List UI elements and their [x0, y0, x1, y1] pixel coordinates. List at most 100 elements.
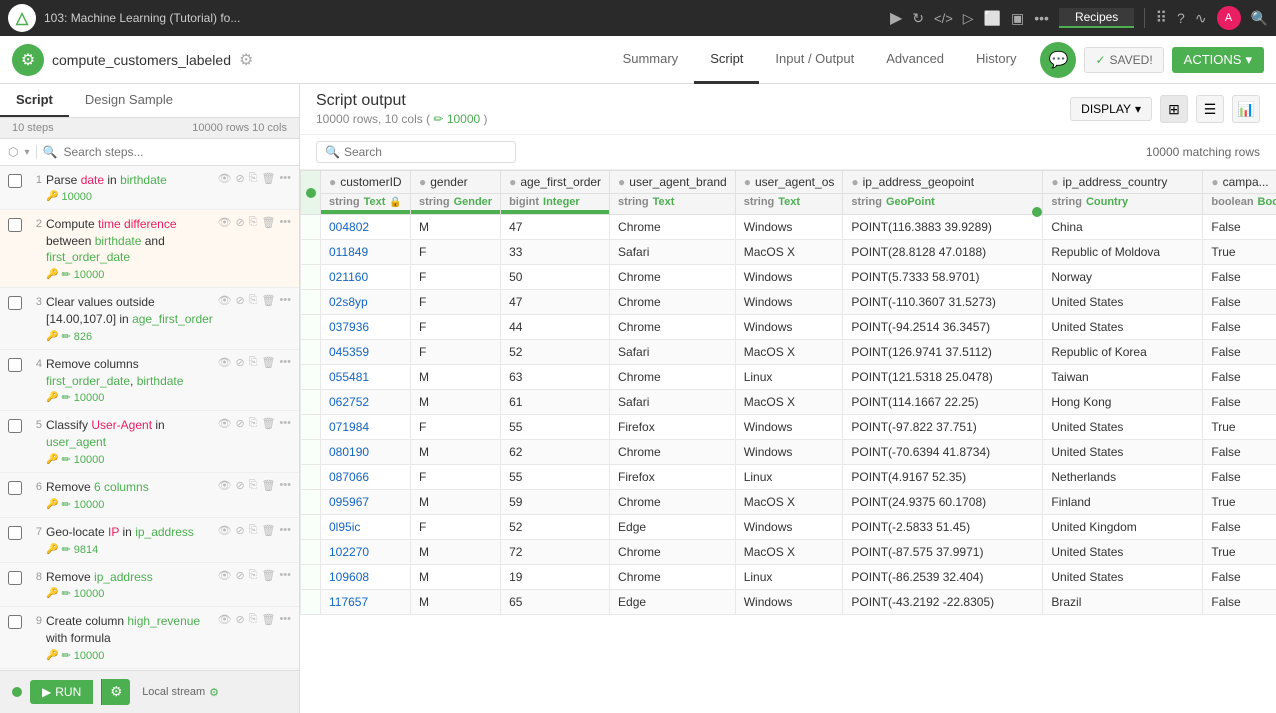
chat-button[interactable]: 💬 [1040, 42, 1076, 78]
step-item[interactable]: 7 Geo-locate IP in ip_address ✏ 9814 👁 ⊘… [0, 518, 299, 563]
code-icon[interactable]: </> [934, 11, 953, 26]
eye-icon[interactable]: 👁 [217, 294, 231, 307]
disable-icon[interactable]: ⊘ [235, 356, 244, 369]
table-search-input[interactable] [344, 145, 507, 159]
step-checkbox[interactable] [8, 358, 22, 372]
eye-icon[interactable]: 👁 [217, 216, 231, 229]
col-header-gender[interactable]: ● gender string Gender [411, 171, 501, 215]
col-header-os[interactable]: ● user_agent_os string Text [735, 171, 843, 215]
more-icon[interactable]: ••• [279, 417, 291, 430]
step-item[interactable]: 8 Remove ip_address ✏ 10000 👁 ⊘ ⎘ 🗑 ••• [0, 563, 299, 608]
col-header-geo[interactable]: ● ip_address_geopoint string GeoPoint [843, 171, 1043, 215]
col-header-campaign[interactable]: ● campa... boolean Boolean [1203, 171, 1276, 215]
more-icon[interactable]: ••• [279, 216, 291, 229]
disable-icon[interactable]: ⊘ [235, 172, 244, 185]
copy-icon[interactable]: ⎘ [249, 569, 258, 582]
eye-icon[interactable]: 👁 [217, 569, 231, 582]
eye-icon[interactable]: 👁 [217, 172, 231, 185]
step-checkbox[interactable] [8, 615, 22, 629]
step-checkbox[interactable] [8, 571, 22, 585]
step-item[interactable]: 9 Create column high_revenue with formul… [0, 607, 299, 669]
col-header-customerID[interactable]: ● customerID string Text 🔒 [321, 171, 411, 215]
step-checkbox[interactable] [8, 218, 22, 232]
step-checkbox[interactable] [8, 481, 22, 495]
delete-icon[interactable]: 🗑 [261, 524, 275, 537]
deploy-icon[interactable]: ⬜ [984, 10, 1001, 27]
step-icon[interactable]: ▶ [890, 8, 902, 28]
delete-icon[interactable]: 🗑 [261, 613, 275, 626]
eye-icon[interactable]: 👁 [217, 479, 231, 492]
display-button[interactable]: DISPLAY ▾ [1070, 97, 1152, 121]
help-icon[interactable]: ? [1177, 10, 1185, 26]
disable-icon[interactable]: ⊘ [235, 216, 244, 229]
more-icon[interactable]: ••• [279, 479, 291, 492]
step-item[interactable]: 1 Parse date in birthdate 10000 👁 ⊘ ⎘ 🗑 … [0, 166, 299, 210]
monitor-icon[interactable]: ▣ [1011, 10, 1024, 27]
refresh-icon[interactable]: ↻ [912, 10, 924, 27]
disable-icon[interactable]: ⊘ [235, 479, 244, 492]
search-icon[interactable]: 🔍 [1251, 10, 1268, 27]
disable-icon[interactable]: ⊘ [235, 569, 244, 582]
disable-icon[interactable]: ⊘ [235, 417, 244, 430]
col-header-brand[interactable]: ● user_agent_brand string Text [610, 171, 736, 215]
run-icon[interactable]: ▷ [963, 10, 974, 27]
delete-icon[interactable]: 🗑 [261, 356, 275, 369]
delete-icon[interactable]: 🗑 [261, 479, 275, 492]
more-icon[interactable]: ••• [279, 569, 291, 582]
tab-input-output[interactable]: Input / Output [759, 36, 870, 84]
copy-icon[interactable]: ⎘ [249, 216, 258, 229]
step-item[interactable]: 6 Remove 6 columns ✏ 10000 👁 ⊘ ⎘ 🗑 ••• [0, 473, 299, 518]
sidebar-search-input[interactable] [63, 145, 291, 159]
chart-icon[interactable]: ∿ [1195, 10, 1207, 27]
disable-icon[interactable]: ⊘ [235, 294, 244, 307]
disable-icon[interactable]: ⊘ [235, 524, 244, 537]
list-view-button[interactable]: ☰ [1196, 95, 1224, 123]
edit-count-link[interactable]: ✏ 10000 [433, 112, 483, 126]
actions-button[interactable]: ACTIONS ▾ [1172, 47, 1264, 73]
delete-icon[interactable]: 🗑 [261, 417, 275, 430]
tab-history[interactable]: History [960, 36, 1032, 84]
tab-summary[interactable]: Summary [607, 36, 695, 84]
col-header-country[interactable]: ● ip_address_country string Country [1043, 171, 1203, 215]
run-settings-button[interactable]: ⚙ [101, 679, 130, 705]
step-item[interactable]: 2 Compute time difference between birthd… [0, 210, 299, 288]
more-icon[interactable]: ••• [279, 524, 291, 537]
step-checkbox[interactable] [8, 296, 22, 310]
step-checkbox[interactable] [8, 526, 22, 540]
copy-icon[interactable]: ⎘ [249, 294, 258, 307]
copy-icon[interactable]: ⎘ [249, 613, 258, 626]
step-item[interactable]: 3 Clear values outside [14.00,107.0] in … [0, 288, 299, 350]
eye-icon[interactable]: 👁 [217, 613, 231, 626]
col-header-age[interactable]: ● age_first_order bigint Integer [501, 171, 610, 215]
copy-icon[interactable]: ⎘ [249, 417, 258, 430]
delete-icon[interactable]: 🗑 [261, 569, 275, 582]
eye-icon[interactable]: 👁 [217, 356, 231, 369]
sidebar-tab-design[interactable]: Design Sample [69, 84, 189, 117]
step-checkbox[interactable] [8, 419, 22, 433]
tab-advanced[interactable]: Advanced [870, 36, 960, 84]
step-item[interactable]: 4 Remove columns first_order_date, birth… [0, 350, 299, 412]
table-view-button[interactable]: ⊞ [1160, 95, 1188, 123]
delete-icon[interactable]: 🗑 [261, 172, 275, 185]
more-icon[interactable]: ••• [279, 172, 291, 185]
more-icon[interactable]: ••• [279, 356, 291, 369]
chart-view-button[interactable]: 📊 [1232, 95, 1260, 123]
copy-icon[interactable]: ⎘ [249, 172, 258, 185]
copy-icon[interactable]: ⎘ [249, 356, 258, 369]
grid-icon[interactable]: ⠿ [1155, 8, 1167, 28]
eye-icon[interactable]: 👁 [217, 417, 231, 430]
disable-icon[interactable]: ⊘ [235, 613, 244, 626]
step-checkbox[interactable] [8, 174, 22, 188]
tab-script[interactable]: Script [694, 36, 759, 84]
copy-icon[interactable]: ⎘ [249, 524, 258, 537]
copy-icon[interactable]: ⎘ [249, 479, 258, 492]
user-avatar[interactable]: A [1217, 6, 1241, 30]
more-icon[interactable]: ••• [1034, 10, 1049, 26]
sidebar-tab-script[interactable]: Script [0, 84, 69, 117]
step-item[interactable]: 5 Classify User-Agent in user_agent ✏ 10… [0, 411, 299, 473]
more-icon[interactable]: ••• [279, 294, 291, 307]
saved-button[interactable]: ✓ SAVED! [1084, 47, 1163, 73]
dataset-settings-icon[interactable]: ⚙ [239, 50, 253, 70]
delete-icon[interactable]: 🗑 [261, 294, 275, 307]
run-button[interactable]: ▶ RUN [30, 680, 93, 704]
